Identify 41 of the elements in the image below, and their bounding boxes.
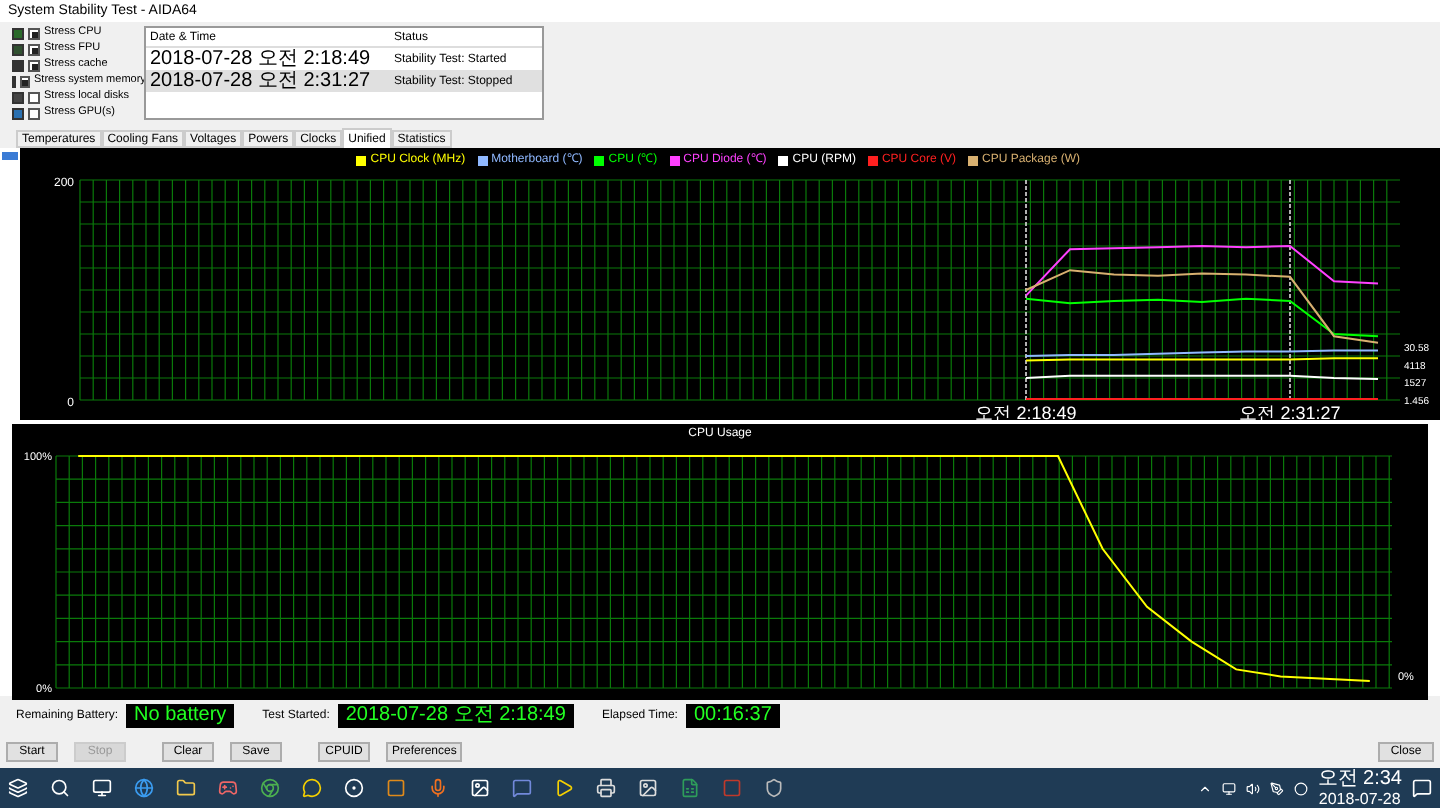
spreadsheet-icon[interactable]: [680, 778, 700, 798]
status-value: 00:16:37: [685, 704, 780, 728]
volume-icon[interactable]: [1245, 781, 1260, 795]
chevron-up-icon[interactable]: [1197, 781, 1212, 795]
globe-icon[interactable]: [134, 778, 154, 798]
checkbox[interactable]: [28, 28, 40, 40]
checkbox[interactable]: [20, 76, 30, 88]
circle-icon[interactable]: [1293, 781, 1308, 795]
status-value: 2018-07-28 오전 2:18:49: [337, 704, 574, 728]
checkbox[interactable]: [28, 108, 40, 120]
legend-swatch[interactable]: [778, 155, 789, 165]
shield-icon[interactable]: [764, 778, 784, 798]
search-icon[interactable]: [50, 778, 70, 798]
status-value: No battery: [126, 704, 235, 728]
game-icon[interactable]: [218, 778, 238, 798]
table-cell-text: 2018-07-28 오전 2:18:49: [148, 49, 373, 69]
play-icon[interactable]: [554, 778, 574, 798]
table-cell-text: 2018-07-28 오전 2:31:27: [148, 71, 373, 91]
app-icon[interactable]: [386, 778, 406, 798]
target-icon[interactable]: [344, 778, 364, 798]
legend-swatch[interactable]: [594, 155, 605, 165]
checkbox[interactable]: [28, 60, 40, 72]
legend-swatch[interactable]: [477, 155, 488, 165]
legend-swatch[interactable]: [669, 155, 680, 165]
microphone-icon[interactable]: [428, 778, 448, 798]
chat-bubble-icon[interactable]: [512, 778, 532, 798]
notification-icon[interactable]: [1412, 778, 1432, 798]
folder-icon[interactable]: [176, 778, 196, 798]
printer-icon[interactable]: [596, 778, 616, 798]
network-icon[interactable]: [1221, 781, 1236, 795]
photo-icon[interactable]: [470, 778, 490, 798]
chat-icon[interactable]: [302, 778, 322, 798]
legend-swatch[interactable]: [356, 155, 367, 165]
image-icon[interactable]: [638, 778, 658, 798]
pen-icon[interactable]: [1269, 781, 1284, 795]
checkbox[interactable]: [28, 44, 40, 56]
checkbox[interactable]: [28, 92, 40, 104]
legend-swatch[interactable]: [967, 155, 978, 165]
legend-swatch[interactable]: [867, 155, 878, 165]
clock-time[interactable]: 오전 2:34: [1317, 769, 1402, 789]
clock-date[interactable]: 2018-07-28: [1318, 789, 1401, 807]
